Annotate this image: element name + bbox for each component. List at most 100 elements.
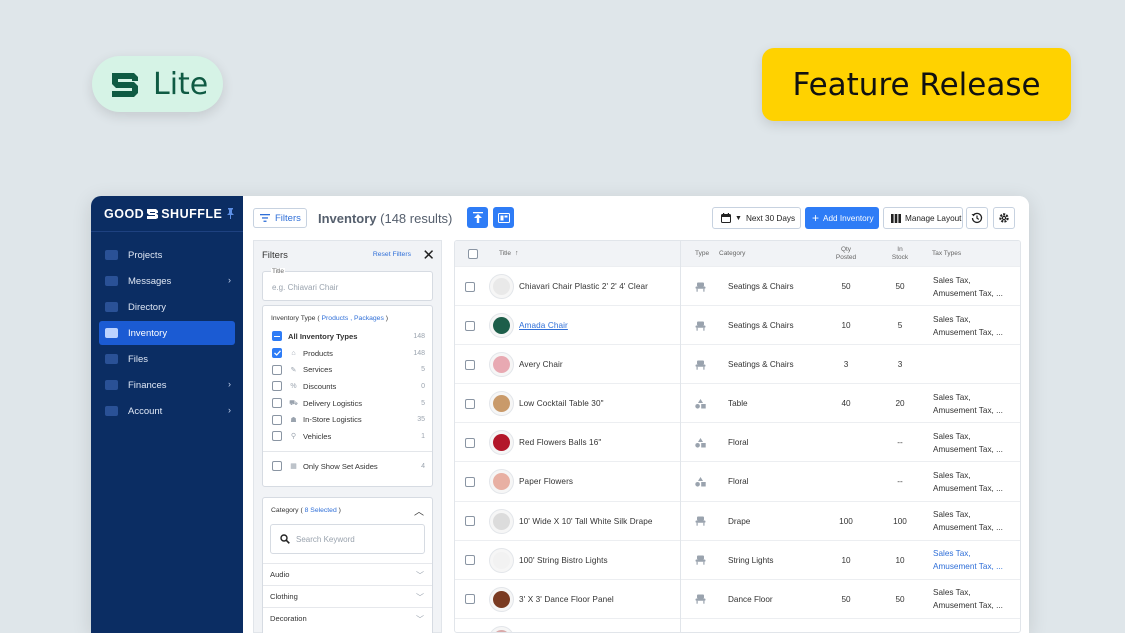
manage-layout-button[interactable]: Manage Layout <box>883 207 963 229</box>
category-group[interactable]: Audio ﹀ <box>263 563 432 585</box>
sidebar-item-messages[interactable]: Messages › <box>99 269 235 293</box>
row-checkbox[interactable] <box>465 476 475 487</box>
item-title: Red Flowers Balls 16" <box>519 438 602 448</box>
tax-types-column-header[interactable]: Tax Types <box>932 241 961 266</box>
inventory-type-option[interactable]: ⚲ Vehicles 1 <box>263 428 432 445</box>
filters-panel-header: Filters Reset Filters ✕ <box>254 241 441 269</box>
row-select[interactable] <box>465 306 481 345</box>
inventory-type-option[interactable]: ✎ Services 5 <box>263 361 432 378</box>
sidebar-item-files[interactable]: Files <box>99 347 235 371</box>
messages-icon <box>105 276 118 286</box>
inventory-type-checkbox[interactable] <box>272 331 282 342</box>
upload-button[interactable] <box>467 207 488 228</box>
row-select[interactable] <box>465 619 481 632</box>
row-select[interactable] <box>465 345 481 384</box>
category-group[interactable]: Clothing ﹀ <box>263 585 432 607</box>
table-row[interactable]: Low Cocktail Table 30" Table 40 20 Sales Tax… <box>455 383 1020 422</box>
item-title: 10' Wide X 10' Tall White Silk Drape <box>519 516 653 526</box>
tax-types-cell: Sales Tax, <box>933 619 971 632</box>
inventory-type-option[interactable]: ⌂ Products 148 <box>263 345 432 362</box>
settings-button[interactable] <box>993 207 1015 229</box>
category-column-header[interactable]: Category <box>719 241 745 266</box>
category-group[interactable]: Decoration ﹀ <box>263 607 432 629</box>
title-cell: 3' X 3' Dance Floor Panel <box>489 580 614 619</box>
row-checkbox[interactable] <box>465 320 475 331</box>
title-filter-field[interactable]: Title e.g. Chiavari Chair <box>262 268 433 301</box>
row-select[interactable] <box>465 267 481 306</box>
item-title[interactable]: Amada Chair <box>519 321 568 330</box>
qty-posted-cell: 40 <box>841 399 851 409</box>
row-select[interactable] <box>465 384 481 423</box>
inventory-type-option[interactable]: % Discounts 0 <box>263 378 432 395</box>
sidebar-item-directory[interactable]: Directory <box>99 295 235 319</box>
sidebar-item-label: Files <box>128 353 149 365</box>
table-row[interactable]: Avery Chair Seatings & Chairs 3 3 <box>455 344 1020 383</box>
inventory-type-label: In-Store Logistics <box>303 415 362 425</box>
row-checkbox[interactable] <box>465 398 475 409</box>
select-all-header[interactable] <box>468 241 484 266</box>
table-row[interactable]: Sales Tax, <box>455 617 1020 632</box>
history-button[interactable] <box>966 207 988 229</box>
set-asides-option[interactable]: ▦ Only Show Set Asides 4 <box>263 458 432 475</box>
table-row[interactable]: 3' X 3' Dance Floor Panel Dance Floor 50 50… <box>455 578 1020 619</box>
row-select[interactable] <box>465 502 481 541</box>
shapes-icon <box>695 398 706 409</box>
in-stock-column-header[interactable]: In Stock <box>885 241 915 266</box>
tax-types-cell[interactable]: Sales Tax, Amusement Tax, ... <box>933 541 1003 580</box>
row-checkbox[interactable] <box>465 437 475 448</box>
date-range-selector[interactable]: ▼ Next 30 Days <box>712 207 801 229</box>
in-stock-cell: 50 <box>895 282 905 291</box>
feature-release-label: Feature Release <box>792 66 1041 103</box>
set-asides-checkbox[interactable] <box>272 461 282 472</box>
inventory-type-option[interactable]: ☗ In-Store Logistics 35 <box>263 411 432 428</box>
inventory-type-checkbox[interactable] <box>272 431 282 442</box>
row-checkbox[interactable] <box>465 594 475 605</box>
pin-icon[interactable] <box>226 208 235 219</box>
inventory-type-checkbox[interactable] <box>272 348 282 359</box>
sidebar: GOOD SHUFFLE Projects Messages › Directory I… <box>91 196 243 633</box>
table-row[interactable]: 10' Wide X 10' Tall White Silk Drape Drap… <box>455 500 1020 541</box>
row-checkbox[interactable] <box>465 555 475 566</box>
export-button[interactable] <box>493 207 514 228</box>
table-row[interactable]: Amada Chair Seatings & Chairs 10 5 Sales Tax… <box>455 305 1020 344</box>
reset-filters-link[interactable]: Reset Filters <box>373 251 411 258</box>
sidebar-item-inventory[interactable]: Inventory <box>99 321 235 345</box>
inventory-type-option[interactable]: ⛟ Delivery Logistics 5 <box>263 395 432 412</box>
sidebar-item-projects[interactable]: Projects <box>99 243 235 267</box>
filters-toggle-button[interactable]: Filters <box>253 208 307 228</box>
select-all-checkbox[interactable] <box>468 248 478 259</box>
item-thumbnail <box>489 391 514 417</box>
category-heading[interactable]: Category ( 8 Selected ) <box>263 498 432 514</box>
row-checkbox[interactable] <box>465 516 475 527</box>
inventory-type-checkbox[interactable] <box>272 398 282 409</box>
chevron-down-icon: ﹀ <box>416 615 424 624</box>
finances-icon <box>105 380 118 390</box>
row-select[interactable] <box>465 541 481 580</box>
chevron-up-icon[interactable]: ︿ <box>414 503 424 518</box>
add-inventory-button[interactable]: + Add Inventory <box>805 207 879 229</box>
inventory-type-checkbox[interactable] <box>272 414 282 425</box>
category-search-input[interactable]: Search Keyword <box>270 524 425 554</box>
type-column-header[interactable]: Type <box>695 241 709 266</box>
sidebar-item-finances[interactable]: Finances › <box>99 373 235 397</box>
row-checkbox[interactable] <box>465 281 475 292</box>
table-row[interactable]: Chiavari Chair Plastic 2' 2' 4' Clear Sea… <box>455 266 1020 305</box>
row-select[interactable] <box>465 462 481 501</box>
row-select[interactable] <box>465 580 481 619</box>
inventory-type-checkbox[interactable] <box>272 364 282 375</box>
row-select[interactable] <box>465 423 481 462</box>
table-row[interactable]: Paper Flowers Floral -- Sales Tax, Amusement… <box>455 461 1020 500</box>
inventory-type-option[interactable]: All Inventory Types 148 <box>263 328 432 345</box>
in-stock-cell: 5 <box>897 321 903 331</box>
sidebar-item-account[interactable]: Account › <box>99 399 235 423</box>
row-checkbox[interactable] <box>465 359 475 370</box>
qty-posted-column-header[interactable]: Qty Posted <box>828 241 864 266</box>
date-range-label: Next 30 Days <box>745 213 796 223</box>
close-icon[interactable]: ✕ <box>422 246 435 264</box>
item-title: Low Cocktail Table 30" <box>519 399 604 409</box>
table-row[interactable]: 100' String Bistro Lights String Lights 10… <box>455 539 1020 580</box>
inventory-type-checkbox[interactable] <box>272 381 282 392</box>
item-title: 3' X 3' Dance Floor Panel <box>519 594 614 604</box>
title-column-header[interactable]: Title ↑ <box>499 241 519 266</box>
table-row[interactable]: Red Flowers Balls 16" Floral -- Sales Tax, A… <box>455 422 1020 461</box>
